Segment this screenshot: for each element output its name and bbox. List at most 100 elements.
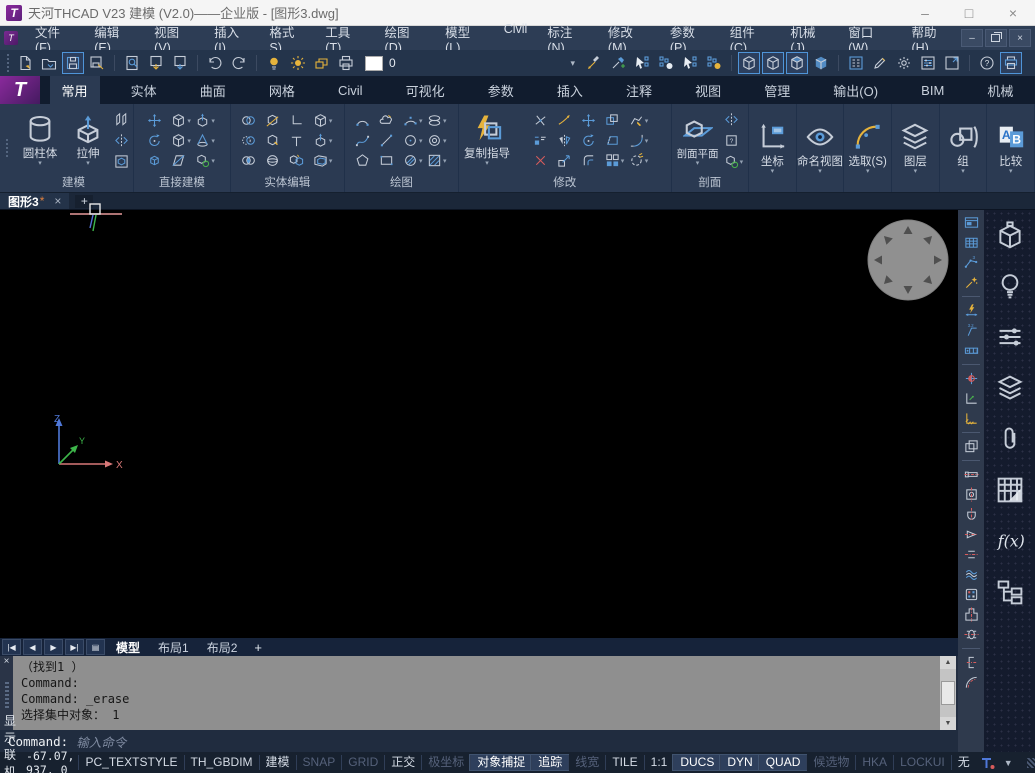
status-workspace[interactable]: 建模 [259,755,296,770]
layout-viewport-icon[interactable] [961,214,981,231]
copy-detail-icon[interactable] [961,438,981,455]
wireframe-view-icon[interactable] [738,52,760,74]
layers-button[interactable]: 图层 [892,104,940,192]
command-scrollbar[interactable]: ▲ ▼ [940,656,956,730]
region-icon[interactable] [427,151,448,170]
tolerance-frame-icon[interactable] [961,342,981,359]
offset-icon[interactable] [581,151,602,170]
scale-icon[interactable] [557,151,578,170]
select-button[interactable]: 选取(S) [844,104,892,192]
chevron-down-icon[interactable]: ▾ [570,58,575,69]
named-views-button[interactable]: 命名视图 [797,104,845,192]
plot-preview-icon[interactable] [121,52,143,74]
spring-icon[interactable] [961,566,981,583]
tab-mesh[interactable]: 网格 [257,76,307,104]
extract-faces-icon[interactable] [313,131,334,150]
status-otrack[interactable]: 追踪 [531,755,568,770]
shaded-view-icon[interactable] [786,52,808,74]
move-face-icon[interactable] [147,111,168,130]
scroll-down-icon[interactable]: ▼ [940,717,956,730]
arc-3point-icon[interactable] [403,111,424,130]
status-dim-style[interactable]: TH_GBDIM [184,755,259,770]
unisolate-objects-icon[interactable] [703,52,725,74]
status-snap[interactable]: SNAP [296,755,342,770]
rotate-icon[interactable] [581,131,602,150]
fillet-edge-icon[interactable] [171,111,192,130]
help-icon[interactable] [976,52,998,74]
quick-edit-icon[interactable] [869,52,891,74]
drawing-tab[interactable]: 图形3 * × [0,193,69,209]
tab-solid[interactable]: 实体 [119,76,169,104]
undo-icon[interactable] [204,52,226,74]
donut-icon[interactable] [427,131,448,150]
weld-stud-icon[interactable] [961,506,981,523]
cylinder-button[interactable]: 圆柱体 [17,113,63,168]
revision-cloud-icon[interactable] [379,111,400,130]
drawing-viewport[interactable]: Z X Y [0,210,958,638]
construction-corner-icon[interactable] [961,390,981,407]
status-ducs[interactable]: DUCS [673,755,720,770]
shell-icon[interactable] [313,151,334,170]
adjust-sliders-icon[interactable] [995,322,1025,352]
delete-face-icon[interactable] [147,151,168,170]
plot-icon[interactable] [145,52,167,74]
align-icon[interactable] [533,131,554,150]
intersect-icon[interactable] [241,151,262,170]
redo-icon[interactable] [228,52,250,74]
polyline-edit-icon[interactable] [629,111,650,130]
structure-tree-icon[interactable] [995,577,1025,607]
tab-view[interactable]: 视图 [683,76,733,104]
copy-guide-button[interactable]: 复制指导 [462,113,512,168]
status-ortho[interactable]: 正交 [384,755,421,770]
settings-list-icon[interactable] [917,52,939,74]
select-similar-icon[interactable] [679,52,701,74]
attachments-icon[interactable] [995,424,1025,454]
copy-icon[interactable] [605,111,626,130]
new-file-icon[interactable] [14,52,36,74]
scrollbar-thumb[interactable] [941,681,955,705]
bearing-icon[interactable] [961,486,981,503]
command-input[interactable]: Command: 输入命令 [0,730,958,752]
layers-palette-icon[interactable] [995,373,1025,403]
tab-home[interactable]: 常用 [50,76,100,104]
command-close-icon[interactable]: × [4,656,10,668]
command-history[interactable]: （找到1 ）Command:Command: _erase选择集中对象： 1 [13,656,940,730]
sheet-grid-icon[interactable] [995,475,1025,505]
datum-target-icon[interactable] [961,370,981,387]
plot-window-icon[interactable] [1000,52,1022,74]
extrude-face-icon[interactable] [195,111,216,130]
hidden-view-icon[interactable] [762,52,784,74]
layout-list-button[interactable]: ▤ [86,639,105,655]
add-layout-button[interactable]: + [248,640,268,655]
navigation-compass[interactable] [866,218,950,302]
resize-grip[interactable] [1027,758,1035,768]
thcad-logo-icon[interactable]: T [0,76,40,104]
move-icon[interactable] [581,111,602,130]
properties-palette-icon[interactable] [845,52,867,74]
surface-finish-icon[interactable] [961,322,981,339]
erase-icon[interactable] [533,151,554,170]
tab-annotate[interactable]: 注释 [614,76,664,104]
arc-icon[interactable] [355,111,376,130]
save-icon[interactable] [62,52,84,74]
panel-label-direct-modeling[interactable]: 直接建模 [137,175,227,192]
first-layout-button[interactable]: |◀ [2,639,21,655]
hatch-icon[interactable] [403,151,424,170]
tab-output[interactable]: 输出(O) [821,76,890,104]
fullscreen-icon[interactable] [941,52,963,74]
panel-label-modeling[interactable]: 建模 [17,175,130,192]
mdi-close-button[interactable]: × [1009,29,1031,47]
group-button[interactable]: 组 [940,104,988,192]
flatshot-icon[interactable] [724,152,745,171]
last-layout-button[interactable]: ▶| [65,639,84,655]
extrude-button[interactable]: 拉伸 [65,113,111,168]
light-toggle-icon[interactable] [263,52,285,74]
fillet-icon[interactable] [629,131,650,150]
layout-tab-layout1[interactable]: 布局1 [149,639,198,656]
live-section-icon[interactable] [724,110,745,129]
select-objects-icon[interactable] [631,52,653,74]
polyline-vertex-icon[interactable] [961,254,981,271]
isolate-objects-icon[interactable] [655,52,677,74]
tab-civil[interactable]: Civil [326,76,375,104]
array-icon[interactable] [605,151,626,170]
